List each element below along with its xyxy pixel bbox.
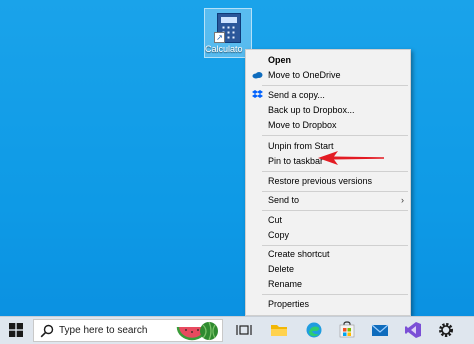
menu-item-label: Create shortcut — [268, 249, 330, 259]
menu-separator — [262, 210, 408, 211]
menu-item-properties[interactable]: Properties — [246, 297, 410, 311]
red-arrow-pointer-icon — [318, 151, 384, 165]
context-menu: Open Move to OneDrive Send a copy... Bac… — [245, 49, 411, 316]
menu-item-delete[interactable]: Delete — [246, 262, 410, 276]
taskbar: Type here to search — [0, 316, 474, 344]
menu-separator — [262, 245, 408, 246]
menu-separator — [262, 191, 408, 192]
chevron-right-icon: › — [401, 195, 404, 205]
menu-item-label: Delete — [268, 264, 295, 274]
taskbar-search-box[interactable]: Type here to search — [33, 319, 223, 342]
dropbox-icon — [252, 90, 263, 98]
menu-separator — [262, 85, 408, 86]
menu-item-move-to-dropbox[interactable]: Move to Dropbox — [246, 118, 410, 132]
menu-item-label: Restore previous versions — [268, 176, 373, 186]
file-explorer-icon[interactable] — [270, 321, 288, 339]
menu-item-send-a-copy[interactable]: Send a copy... — [246, 88, 410, 102]
menu-item-label: Rename — [268, 279, 303, 289]
menu-item-copy[interactable]: Copy — [246, 228, 410, 242]
menu-item-open[interactable]: Open — [246, 53, 410, 67]
shortcut-arrow-icon: ↗ — [214, 32, 225, 43]
menu-item-label: Properties — [268, 299, 310, 309]
menu-item-label: Send to — [268, 195, 300, 205]
menu-item-label: Move to Dropbox — [268, 120, 337, 130]
menu-separator — [262, 135, 408, 136]
menu-item-label: Back up to Dropbox... — [268, 105, 355, 115]
store-icon[interactable] — [338, 321, 356, 339]
menu-item-label: Pin to taskbar — [268, 156, 324, 166]
menu-item-create-shortcut[interactable]: Create shortcut — [246, 247, 410, 261]
visual-studio-icon[interactable] — [404, 321, 422, 339]
menu-item-label: Open — [268, 55, 292, 65]
menu-separator — [262, 294, 408, 295]
edge-icon[interactable] — [305, 321, 323, 339]
mail-icon[interactable] — [371, 321, 389, 339]
menu-item-label: Send a copy... — [268, 90, 325, 100]
menu-item-rename[interactable]: Rename — [246, 277, 410, 291]
task-view-icon[interactable] — [235, 321, 253, 339]
menu-item-cut[interactable]: Cut — [246, 213, 410, 227]
watermelon-icon — [176, 321, 218, 341]
search-placeholder: Type here to search — [59, 325, 148, 336]
windows-start-icon[interactable] — [9, 323, 23, 337]
menu-item-label: Move to OneDrive — [268, 70, 341, 80]
menu-item-send-to[interactable]: Send to › — [246, 193, 410, 207]
settings-gear-icon[interactable] — [437, 321, 455, 339]
menu-item-move-to-onedrive[interactable]: Move to OneDrive — [246, 68, 410, 82]
menu-item-back-up-to-dropbox[interactable]: Back up to Dropbox... — [246, 103, 410, 117]
onedrive-icon — [252, 72, 263, 79]
menu-item-label: Copy — [268, 230, 290, 240]
menu-item-restore-previous-versions[interactable]: Restore previous versions — [246, 174, 410, 188]
menu-separator — [262, 171, 408, 172]
search-icon — [40, 324, 54, 338]
menu-item-label: Cut — [268, 215, 283, 225]
